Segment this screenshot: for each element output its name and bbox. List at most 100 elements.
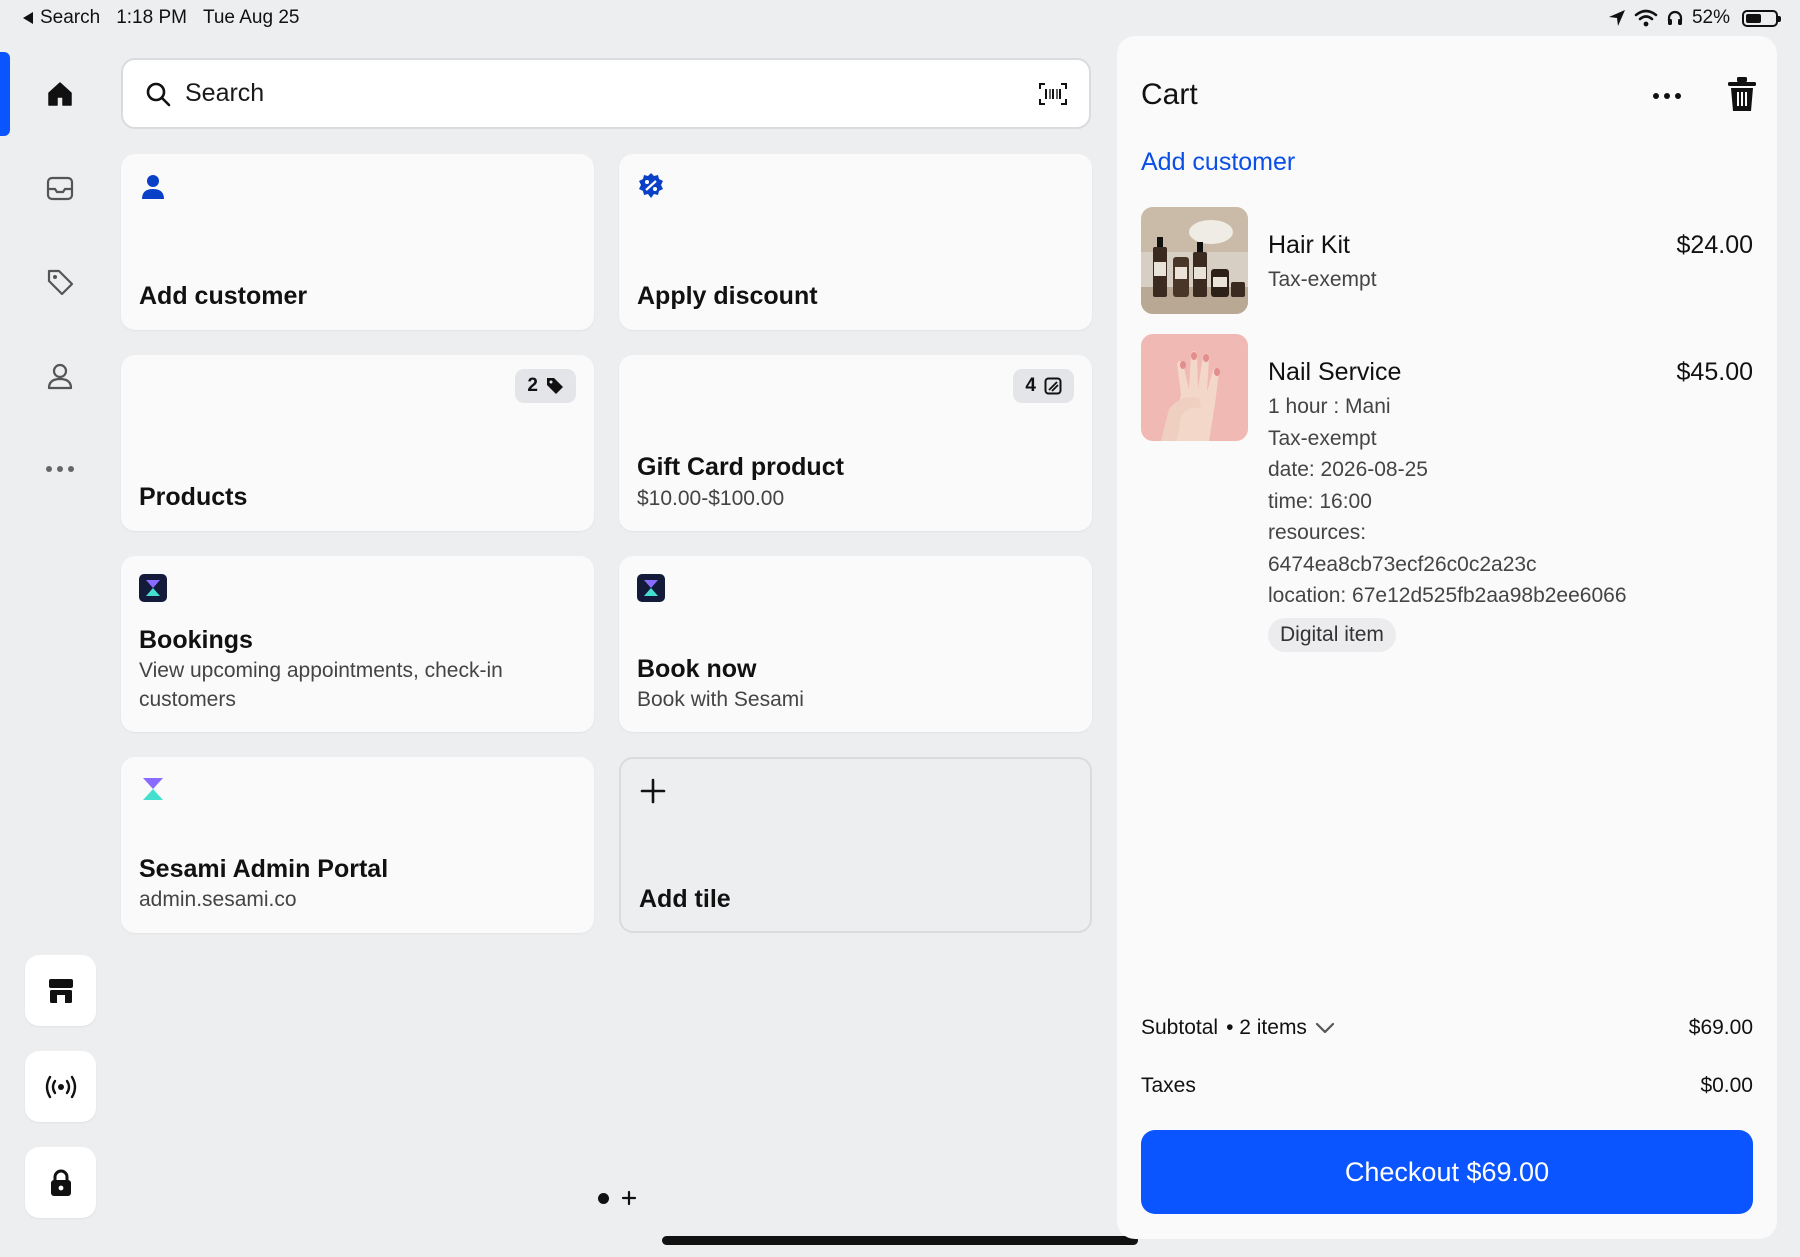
tile-subtitle: $10.00-$100.00: [637, 487, 785, 510]
tile-add-customer[interactable]: Add customer: [121, 154, 594, 330]
cart-line-item[interactable]: Nail Service $45.00 1 hour : Mani Tax-ex…: [1141, 334, 1753, 664]
add-page-plus-icon[interactable]: [621, 1190, 637, 1206]
back-label: Search: [40, 7, 101, 28]
tile-title: Sesami Admin Portal: [139, 855, 389, 883]
search-input[interactable]: Search: [185, 79, 1039, 108]
back-to-search-link[interactable]: Search: [22, 7, 100, 29]
wifi-icon: [1634, 9, 1658, 27]
headphones-icon: [1667, 10, 1683, 25]
nav-home[interactable]: [40, 74, 80, 114]
tile-title: Products: [139, 483, 248, 511]
cart-title: Cart: [1141, 78, 1198, 111]
tile-sesami-admin-portal[interactable]: Sesami Admin Portal admin.sesami.co: [121, 757, 594, 933]
cart-panel: Cart Add customer Hair Kit $24.00 Tax-ex…: [1117, 36, 1777, 1239]
tile-subtitle: Book with Sesami: [637, 688, 804, 711]
broadcast-icon: [45, 1075, 76, 1098]
tile-products[interactable]: 2 Products: [121, 355, 594, 531]
line-item-price: $24.00: [1676, 231, 1753, 259]
tile-title: Bookings: [139, 626, 253, 654]
line-item-detail: location: 67e12d525fb2aa98b2ee6066: [1268, 584, 1627, 607]
line-item-detail: resources:: [1268, 521, 1367, 544]
badge-count: 4: [1025, 375, 1036, 396]
gift-card-count-badge: 4: [1013, 369, 1074, 403]
chevron-down-icon[interactable]: [1315, 1022, 1335, 1034]
subtotal-items-count: • 2 items: [1226, 1016, 1307, 1039]
back-triangle-icon: [23, 12, 33, 24]
trash-icon[interactable]: [1727, 76, 1757, 112]
subtotal-value: $69.00: [1688, 1016, 1753, 1039]
battery-icon: [1742, 9, 1781, 27]
person-icon: [47, 363, 73, 390]
tile-book-now[interactable]: Book now Book with Sesami: [619, 556, 1092, 732]
home-indicator[interactable]: [662, 1236, 1138, 1245]
line-item-price: $45.00: [1676, 358, 1753, 386]
line-item-detail: date: 2026-08-25: [1268, 458, 1428, 481]
tile-subtitle: admin.sesami.co: [139, 888, 297, 911]
broadcast-button[interactable]: [25, 1051, 96, 1122]
sesami-icon: [143, 778, 163, 800]
store-button[interactable]: [25, 955, 96, 1026]
tile-title: Book now: [637, 655, 757, 683]
tile-apply-discount[interactable]: Apply discount: [619, 154, 1092, 330]
cart-add-customer-link[interactable]: Add customer: [1141, 148, 1295, 177]
tile-gift-card-product[interactable]: 4 Gift Card product $10.00-$100.00: [619, 355, 1092, 531]
tile-title: Add tile: [639, 885, 731, 913]
location-arrow-icon: [1608, 10, 1625, 26]
taxes-label: Taxes: [1141, 1074, 1196, 1097]
line-item-name: Hair Kit: [1268, 231, 1350, 259]
line-item-detail: time: 16:00: [1268, 490, 1372, 513]
tag-icon: [47, 269, 74, 296]
home-icon: [48, 82, 72, 106]
taxes-value: $0.00: [1700, 1074, 1753, 1097]
subtotal-row[interactable]: Subtotal • 2 items $69.00: [1141, 1016, 1753, 1040]
cart-more-button[interactable]: [1653, 86, 1689, 106]
tile-title: Apply discount: [637, 282, 818, 310]
line-item-detail: 1 hour : Mani: [1268, 395, 1391, 418]
line-item-detail: Tax-exempt: [1268, 427, 1377, 450]
barcode-scan-icon[interactable]: [1039, 82, 1067, 105]
digital-item-chip: Digital item: [1268, 618, 1396, 652]
nav-products[interactable]: [40, 262, 80, 302]
tile-title: Add customer: [139, 282, 308, 310]
subtotal-label: Subtotal: [1141, 1016, 1219, 1039]
battery-percent: 52%: [1691, 7, 1730, 28]
nav-more[interactable]: [40, 449, 80, 489]
person-icon: [142, 175, 164, 199]
status-bar: Search 1:18 PM Tue Aug 25 52%: [0, 0, 1800, 36]
checkout-button[interactable]: Checkout $69.00: [1141, 1130, 1753, 1214]
line-item-detail: 6474ea8cb73ecf26c0c2a23c: [1268, 553, 1537, 576]
taxes-row: Taxes $0.00: [1141, 1074, 1753, 1098]
search-icon: [146, 82, 171, 106]
tile-title: Gift Card product: [637, 453, 844, 481]
line-item-name: Nail Service: [1268, 358, 1402, 386]
badge-count: 2: [527, 375, 538, 396]
inbox-icon: [46, 176, 74, 201]
status-date: Tue Aug 25: [202, 7, 300, 28]
cart-line-item[interactable]: Hair Kit $24.00 Tax-exempt: [1141, 207, 1753, 317]
nav-orders[interactable]: [40, 168, 80, 208]
status-time: 1:18 PM: [116, 7, 187, 28]
store-icon: [48, 978, 73, 1003]
active-nav-indicator: [0, 52, 10, 136]
checkout-label: Checkout: [1344, 1156, 1459, 1187]
page-dot-active[interactable]: [598, 1192, 609, 1204]
sesami-icon: [139, 574, 167, 602]
hair-kit-thumbnail: [1141, 207, 1248, 314]
page-indicator: [598, 1190, 637, 1206]
tag-icon: [547, 378, 563, 394]
tile-add-tile[interactable]: Add tile: [619, 757, 1092, 933]
lock-button[interactable]: [25, 1147, 96, 1218]
nav-customers[interactable]: [40, 356, 80, 396]
gift-card-icon: [1044, 377, 1062, 395]
search-bar[interactable]: Search: [121, 58, 1091, 129]
line-item-detail: Tax-exempt: [1268, 268, 1377, 291]
lock-icon: [50, 1169, 71, 1196]
more-icon: [46, 466, 74, 472]
sesami-icon: [637, 574, 665, 602]
product-count-badge: 2: [515, 369, 576, 403]
tile-bookings[interactable]: Bookings View upcoming appointments, che…: [121, 556, 594, 732]
plus-icon: [640, 778, 666, 804]
tile-subtitle: View upcoming appointments, check-in cus…: [139, 659, 503, 711]
discount-badge-icon: [639, 173, 663, 198]
checkout-amount: $69.00: [1466, 1156, 1550, 1187]
